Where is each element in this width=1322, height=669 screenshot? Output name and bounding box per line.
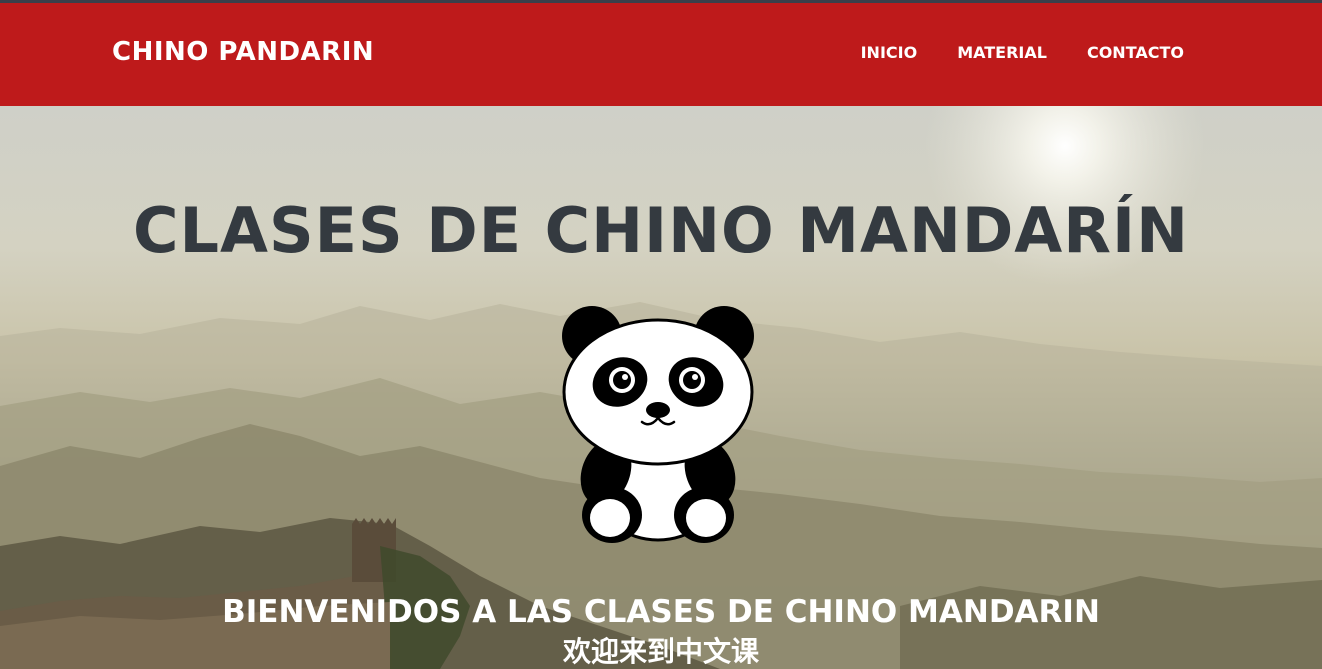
nav-link-contacto[interactable]: CONTACTO xyxy=(1087,43,1184,62)
hero-title: CLASES DE CHINO MANDARÍN xyxy=(133,194,1189,267)
hero-section: CLASES DE CHINO MANDARÍN BIENVENIDOS A L… xyxy=(0,106,1322,669)
panda-icon xyxy=(562,306,754,543)
nav-link-inicio[interactable]: INICIO xyxy=(861,43,918,62)
navbar: CHINO PANDARIN INICIO MATERIAL CONTACTO xyxy=(0,3,1322,106)
welcome-chinese-heading: 欢迎来到中文课 xyxy=(562,635,759,668)
brand-logo[interactable]: CHINO PANDARIN xyxy=(112,37,374,67)
nav-links: INICIO MATERIAL CONTACTO xyxy=(861,43,1184,62)
welcome-heading: BIENVENIDOS A LAS CLASES DE CHINO MANDAR… xyxy=(222,594,1100,630)
nav-link-material[interactable]: MATERIAL xyxy=(957,43,1047,62)
